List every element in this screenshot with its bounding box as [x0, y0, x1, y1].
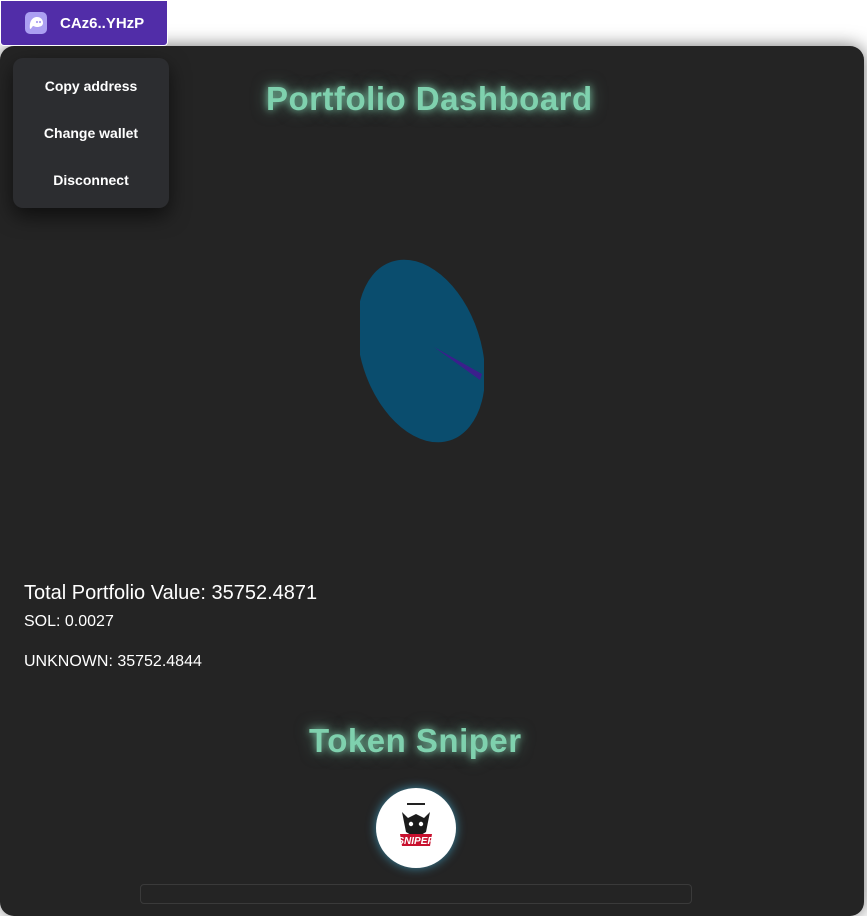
wallet-dropdown-menu: Copy address Change wallet Disconnect: [13, 58, 169, 208]
portfolio-pie-chart: [360, 259, 484, 443]
holding-unknown: UNKNOWN: 35752.4844: [24, 653, 202, 670]
change-wallet-menu-item[interactable]: Change wallet: [13, 125, 169, 141]
token-sniper-title: Token Sniper: [309, 722, 522, 759]
holding-sol: SOL: 0.0027: [24, 613, 114, 630]
total-portfolio-value: Total Portfolio Value: 35752.4871: [24, 582, 318, 604]
svg-text:SNIPER: SNIPER: [397, 836, 435, 847]
wallet-address: CAz6..YHzP: [60, 14, 145, 32]
portfolio-title: Portfolio Dashboard: [266, 80, 593, 117]
disconnect-menu-item[interactable]: Disconnect: [13, 172, 169, 188]
phantom-ghost-icon: [25, 12, 47, 34]
pie-slice-unknown: [360, 259, 484, 443]
copy-address-menu-item[interactable]: Copy address: [13, 78, 169, 94]
sniper-logo: SNIPER: [376, 788, 456, 868]
wallet-button[interactable]: CAz6..YHzP: [0, 0, 168, 46]
sniper-input-area[interactable]: [140, 884, 692, 904]
